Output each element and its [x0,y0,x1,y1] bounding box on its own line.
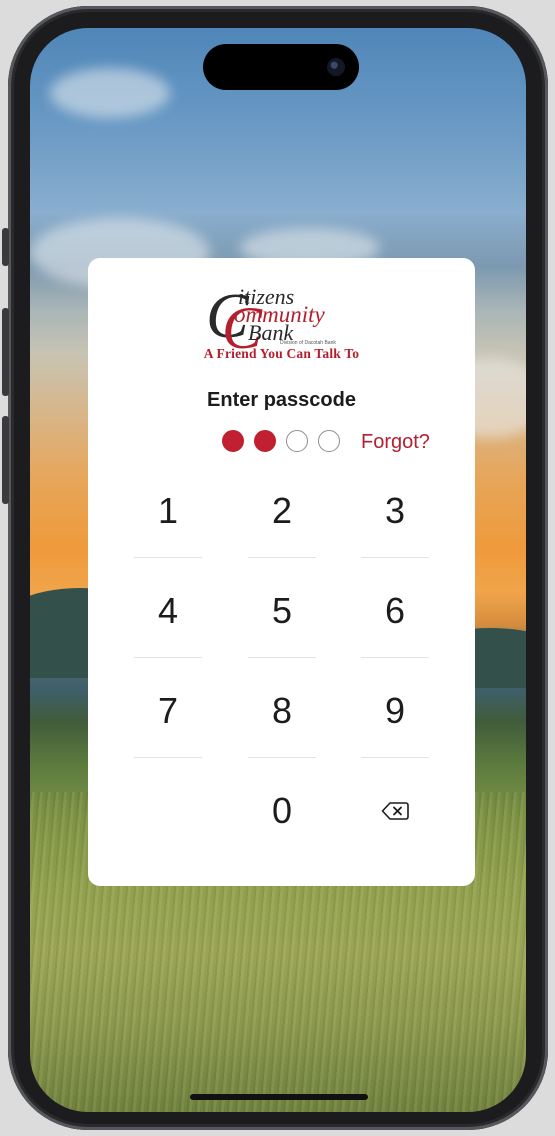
key-7[interactable]: 7 [134,668,202,754]
key-4[interactable]: 4 [134,568,202,654]
key-divider [361,557,429,558]
logo-tagline: A Friend You Can Talk To [203,346,360,361]
key-2[interactable]: 2 [248,468,316,554]
key-divider [134,557,202,558]
home-indicator [190,1094,368,1100]
dynamic-island [203,44,359,90]
forgot-passcode-link[interactable]: Forgot? [361,431,430,454]
key-divider [248,557,316,558]
mute-switch [2,228,9,266]
key-5[interactable]: 5 [248,568,316,654]
passcode-dot-empty [286,430,308,452]
backspace-icon [381,802,409,820]
key-divider [134,657,202,658]
bank-logo: C C itizens ommunity Bank Division of Da… [88,282,475,366]
key-divider [134,757,202,758]
key-6[interactable]: 6 [361,568,429,654]
passcode-dot-empty [318,430,340,452]
key-8[interactable]: 8 [248,668,316,754]
cloud [50,68,170,118]
passcode-dot-filled [222,430,244,452]
delete-key[interactable] [361,768,429,854]
key-3[interactable]: 3 [361,468,429,554]
passcode-dot-filled [254,430,276,452]
key-0[interactable]: 0 [248,768,316,854]
passcode-title: Enter passcode [207,389,356,411]
passcode-card: C C itizens ommunity Bank Division of Da… [88,258,475,886]
key-divider [361,657,429,658]
key-9[interactable]: 9 [361,668,429,754]
volume-up-button [2,308,9,396]
volume-down-button [2,416,9,504]
key-divider [361,757,429,758]
passcode-dots [222,430,340,452]
key-1[interactable]: 1 [134,468,202,554]
front-camera [327,58,345,76]
key-divider [248,657,316,658]
key-divider [248,757,316,758]
